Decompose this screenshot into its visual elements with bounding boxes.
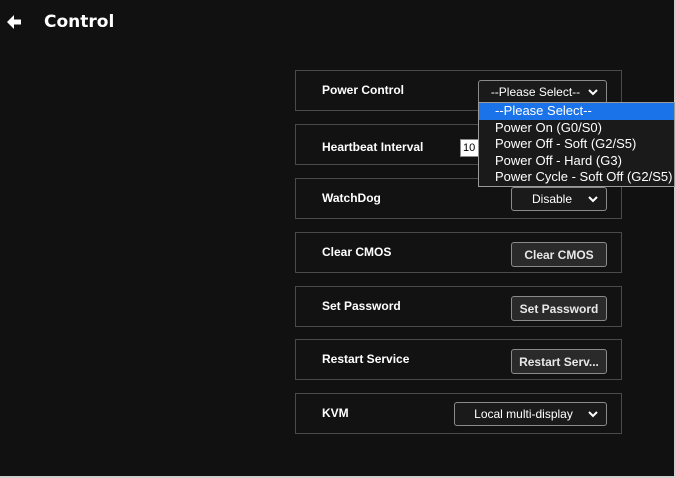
restart-service-label: Restart Service <box>322 352 410 366</box>
power-control-label: Power Control <box>322 83 405 97</box>
page-title: Control <box>44 12 115 32</box>
kvm-row: KVM Local multi-display <box>295 393 622 434</box>
power-control-value: --Please Select-- <box>490 85 581 99</box>
kvm-select[interactable]: Local multi-display <box>454 402 607 426</box>
page-header: Control <box>0 0 674 44</box>
dropdown-option-power-off-hard[interactable]: Power Off - Hard (G3) <box>479 153 674 170</box>
watchdog-label: WatchDog <box>322 191 381 205</box>
control-page: Control Power Control --Please Select-- … <box>0 0 676 478</box>
kvm-label: KVM <box>322 406 349 420</box>
power-control-select[interactable]: --Please Select-- <box>478 80 607 104</box>
set-password-label: Set Password <box>322 299 401 313</box>
arrow-left-icon[interactable] <box>6 14 22 30</box>
dropdown-option-power-on[interactable]: Power On (G0/S0) <box>479 120 674 137</box>
clear-cmos-button[interactable]: Clear CMOS <box>511 242 607 267</box>
kvm-value: Local multi-display <box>474 407 573 421</box>
set-password-row: Set Password Set Password <box>295 286 622 327</box>
power-control-dropdown-list: --Please Select-- Power On (G0/S0) Power… <box>478 102 675 187</box>
chevron-down-icon <box>588 411 598 418</box>
set-password-button[interactable]: Set Password <box>511 296 607 321</box>
watchdog-select[interactable]: Disable <box>511 187 607 211</box>
chevron-down-icon <box>588 196 598 203</box>
heartbeat-interval-label: Heartbeat Interval <box>322 140 424 154</box>
heartbeat-interval-input[interactable]: 10 <box>460 139 480 157</box>
clear-cmos-row: Clear CMOS Clear CMOS <box>295 232 622 273</box>
clear-cmos-label: Clear CMOS <box>322 245 392 259</box>
dropdown-option-power-off-soft[interactable]: Power Off - Soft (G2/S5) <box>479 136 674 153</box>
restart-service-row: Restart Service Restart Serv... <box>295 339 622 380</box>
dropdown-option-please-select[interactable]: --Please Select-- <box>479 103 674 120</box>
chevron-down-icon <box>588 89 598 96</box>
restart-service-button[interactable]: Restart Serv... <box>511 349 607 374</box>
dropdown-option-power-cycle[interactable]: Power Cycle - Soft Off (G2/S5) <box>479 169 674 186</box>
